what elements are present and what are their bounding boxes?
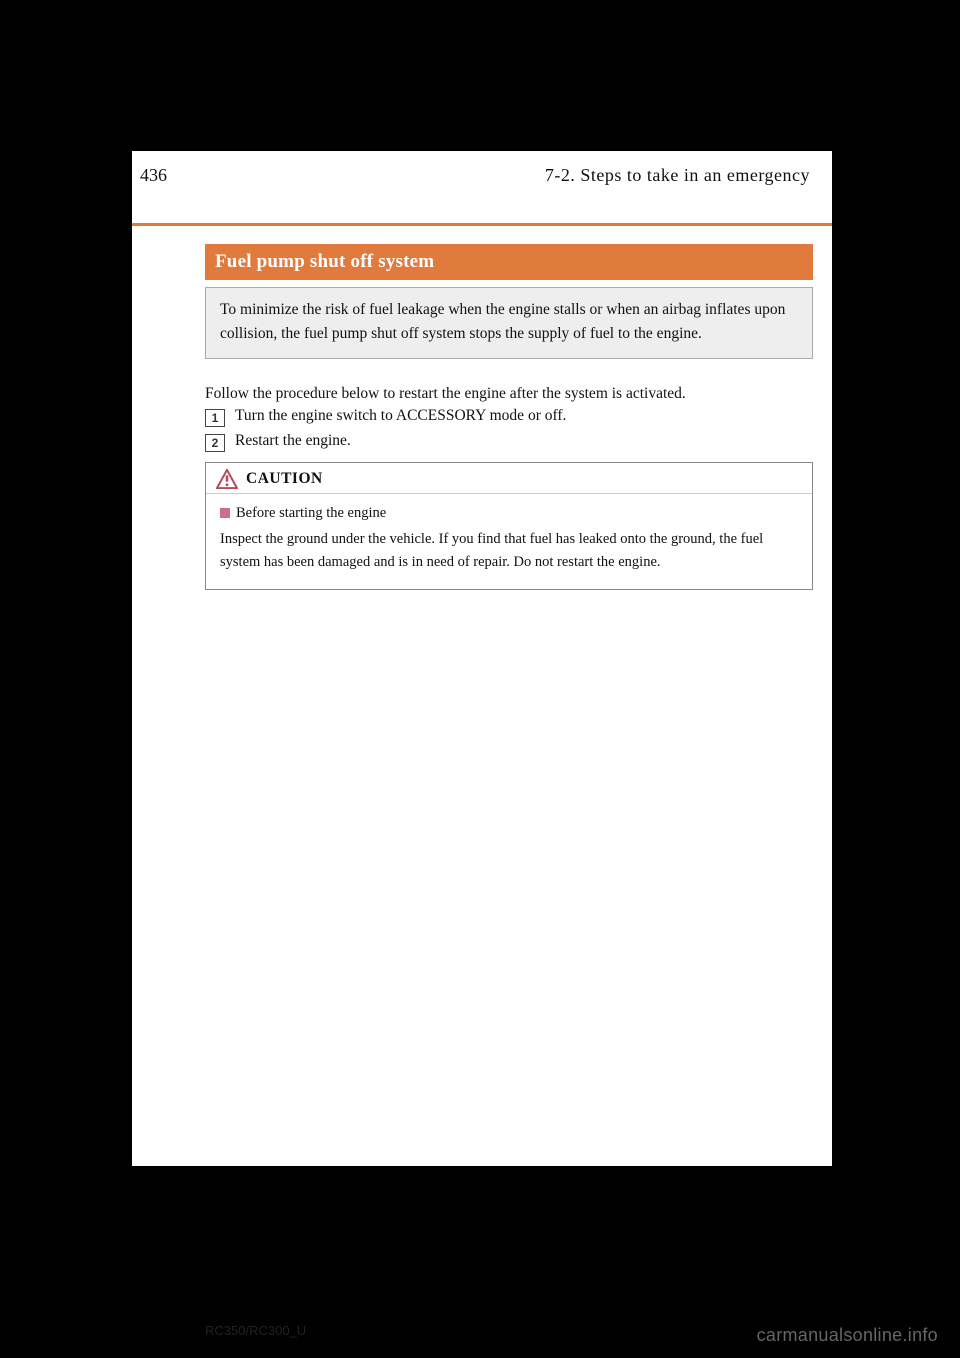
watermark: carmanualsonline.info bbox=[757, 1325, 938, 1346]
caution-body: Before starting the engine Inspect the g… bbox=[206, 494, 812, 589]
caution-subhead-row: Before starting the engine bbox=[220, 502, 798, 524]
breadcrumb: 7-2. Steps to take in an emergency bbox=[545, 165, 810, 186]
section-title-bar: Fuel pump shut off system bbox=[205, 244, 813, 280]
caution-label: CAUTION bbox=[246, 470, 323, 488]
bullet-square-icon bbox=[220, 508, 230, 518]
procedure-step-2: 2 Restart the engine. bbox=[205, 432, 813, 452]
page-number: 436 bbox=[140, 165, 167, 186]
step-number-badge: 2 bbox=[205, 434, 225, 452]
warning-triangle-icon bbox=[216, 469, 238, 489]
caution-header: CAUTION bbox=[206, 463, 812, 494]
page-header: 436 7-2. Steps to take in an emergency bbox=[132, 165, 832, 186]
step-text: Turn the engine switch to ACCESSORY mode… bbox=[235, 407, 566, 425]
caution-subhead: Before starting the engine bbox=[236, 502, 386, 524]
caution-box: CAUTION Before starting the engine Inspe… bbox=[205, 462, 813, 590]
step-text: Restart the engine. bbox=[235, 432, 351, 450]
restart-intro-text: Follow the procedure below to restart th… bbox=[205, 382, 813, 407]
section-divider-line bbox=[132, 223, 832, 226]
intro-summary-box: To minimize the risk of fuel leakage whe… bbox=[205, 287, 813, 359]
procedure-step-1: 1 Turn the engine switch to ACCESSORY mo… bbox=[205, 407, 813, 427]
step-number-badge: 1 bbox=[205, 409, 225, 427]
model-code: RC350/RC300_U bbox=[205, 1323, 306, 1338]
section-title: Fuel pump shut off system bbox=[215, 251, 434, 273]
caution-paragraph: Inspect the ground under the vehicle. If… bbox=[220, 528, 798, 573]
intro-text: To minimize the risk of fuel leakage whe… bbox=[220, 301, 785, 342]
